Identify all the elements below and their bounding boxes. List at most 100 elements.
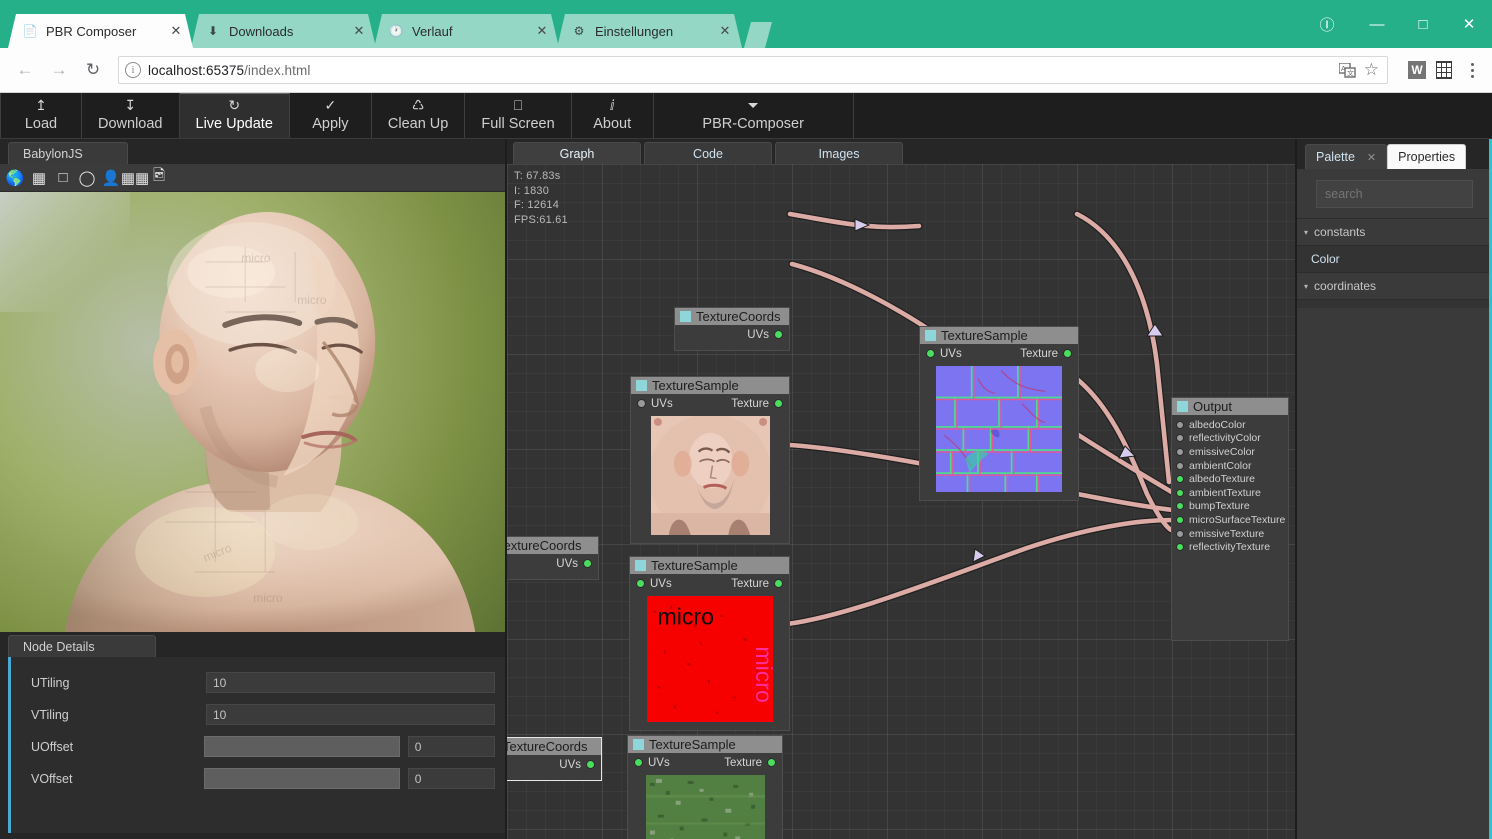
node-texture-sample-moss[interactable]: TextureSample UVs Texture: [627, 735, 783, 839]
browser-tab-einstellungen[interactable]: ⚙ Einstellungen ✕: [557, 14, 742, 48]
port-dot[interactable]: [586, 760, 595, 769]
node-output[interactable]: Output albedoColor reflectivityColor emi…: [1171, 397, 1289, 641]
tab-close-icon[interactable]: ✕: [352, 23, 366, 39]
port-texture-out[interactable]: Texture: [724, 757, 776, 769]
output-port-bumpTexture[interactable]: bumpTexture: [1172, 500, 1288, 514]
port-texture-out[interactable]: Texture: [731, 398, 783, 410]
node-header[interactable]: TextureCoords: [675, 308, 789, 325]
toolbar-button-load[interactable]: ↥ Load: [0, 93, 82, 138]
forward-icon[interactable]: →: [44, 55, 74, 85]
browser-tab-downloads[interactable]: ⬇ Downloads ✕: [191, 14, 376, 48]
output-port-ambientColor[interactable]: ambientColor: [1172, 459, 1288, 473]
tab-palette[interactable]: Palette ✕: [1305, 144, 1388, 169]
plane-icon[interactable]: □: [53, 168, 73, 188]
node-texture-coords-top[interactable]: TextureCoords UVs: [674, 307, 790, 351]
port-dot[interactable]: [926, 349, 935, 358]
chevron-down-icon[interactable]: ▾: [1304, 282, 1308, 291]
port-uvs-in[interactable]: UVs: [636, 578, 672, 590]
port-dot[interactable]: [1176, 447, 1184, 456]
port-dot[interactable]: [1176, 543, 1184, 552]
node-texture-sample-micro[interactable]: TextureSample UVs Texture micro micro: [629, 556, 790, 731]
port-dot[interactable]: [1176, 461, 1184, 470]
toolbar-button-full-screen[interactable]: ⎕ Full Screen: [465, 93, 572, 138]
toolbar-button-about[interactable]: ⅈ About: [572, 93, 654, 138]
node-texture-sample-normal[interactable]: TextureSample UVs Texture: [919, 326, 1079, 501]
node-header[interactable]: TextureSample: [920, 327, 1078, 344]
sphere-icon[interactable]: 🌎: [5, 168, 25, 188]
profile-icon[interactable]: Ⓘ: [1300, 0, 1354, 48]
port-dot[interactable]: [774, 399, 783, 408]
toolbar-button-live-update[interactable]: ↻ Live Update: [179, 93, 290, 138]
port-dot[interactable]: [1176, 488, 1184, 497]
new-tab-button[interactable]: [744, 22, 772, 48]
node-header[interactable]: Output: [1172, 398, 1288, 415]
vtiling-input[interactable]: 10: [206, 704, 495, 725]
port-dot[interactable]: [637, 399, 646, 408]
port-dot[interactable]: [634, 758, 643, 767]
tab-code[interactable]: Code: [644, 142, 772, 164]
extension-w-icon[interactable]: W: [1408, 61, 1426, 79]
palette-group-constants[interactable]: ▾ constants: [1297, 219, 1492, 246]
avatar-icon[interactable]: 👤: [101, 168, 121, 188]
node-header[interactable]: TextureSample: [630, 557, 789, 574]
port-dot[interactable]: [774, 330, 783, 339]
node-header[interactable]: TextureCoords: [507, 537, 598, 554]
uoffset-slider[interactable]: [204, 736, 400, 757]
maximize-button[interactable]: □: [1400, 0, 1446, 48]
port-uvs-in[interactable]: UVs: [926, 348, 962, 360]
tab-close-icon[interactable]: ✕: [169, 23, 183, 39]
node-graph-canvas[interactable]: T: 67.83s I: 1830 F: 12614 FPS:61.61 Tex…: [507, 164, 1295, 839]
output-port-emissiveTexture[interactable]: emissiveTexture: [1172, 527, 1288, 541]
output-port-emissiveColor[interactable]: emissiveColor: [1172, 445, 1288, 459]
tab-properties[interactable]: Properties: [1387, 144, 1467, 169]
port-dot[interactable]: [1176, 515, 1184, 524]
bookmark-star-icon[interactable]: ☆: [1364, 61, 1379, 78]
tab-node-details[interactable]: Node Details: [8, 635, 156, 657]
cube-icon[interactable]: ▦: [29, 168, 49, 188]
back-icon[interactable]: ←: [10, 55, 40, 85]
port-dot[interactable]: [1176, 475, 1184, 484]
tab-close-icon[interactable]: ✕: [535, 23, 549, 39]
address-bar[interactable]: i localhost:65375/index.html A 文 ☆: [118, 56, 1388, 84]
babylonjs-viewport[interactable]: micro micro micro micro: [0, 192, 505, 632]
close-icon[interactable]: ✕: [1367, 151, 1376, 164]
browser-tab-verlauf[interactable]: 🕐 Verlauf ✕: [374, 14, 559, 48]
port-dot[interactable]: [767, 758, 776, 767]
node-texture-coords-bottom[interactable]: TextureCoords UVs: [507, 737, 602, 781]
utiling-input[interactable]: 10: [206, 672, 495, 693]
output-port-albedoColor[interactable]: albedoColor: [1172, 418, 1288, 432]
port-dot[interactable]: [636, 579, 645, 588]
tab-babylonjs[interactable]: BabylonJS: [8, 142, 128, 164]
palette-group-coordinates[interactable]: ▾ coordinates: [1297, 273, 1492, 300]
search-input[interactable]: [1316, 179, 1473, 208]
tab-images[interactable]: Images: [775, 142, 903, 164]
grid-icon[interactable]: ▦▦: [121, 168, 149, 188]
port-texture-out[interactable]: Texture: [1020, 348, 1072, 360]
port-texture-out[interactable]: Texture: [731, 578, 783, 590]
port-uvs-out[interactable]: UVs: [559, 759, 595, 771]
node-texture-coords-mid[interactable]: TextureCoords UVs: [507, 536, 599, 580]
node-header[interactable]: TextureCoords: [507, 738, 601, 755]
chevron-down-icon[interactable]: ▾: [1304, 228, 1308, 237]
port-uvs-out[interactable]: UVs: [556, 558, 592, 570]
voffset-value[interactable]: 0: [407, 768, 495, 789]
circle-icon[interactable]: ◯: [77, 168, 97, 188]
site-info-icon[interactable]: i: [125, 62, 141, 78]
toolbar-button-apply[interactable]: ✓ Apply: [290, 93, 372, 138]
toolbar-button-download[interactable]: ↧ Download: [82, 93, 180, 138]
output-port-ambientTexture[interactable]: ambientTexture: [1172, 486, 1288, 500]
node-texture-sample-albedo[interactable]: TextureSample UVs Texture: [630, 376, 790, 544]
uoffset-value[interactable]: 0: [407, 736, 495, 757]
reload-icon[interactable]: ↻: [78, 55, 108, 85]
port-uvs-in[interactable]: UVs: [637, 398, 673, 410]
port-dot[interactable]: [1176, 502, 1184, 511]
toolbar-button-clean-up[interactable]: ♺ Clean Up: [372, 93, 466, 138]
translate-icon[interactable]: A 文: [1338, 62, 1356, 78]
port-dot[interactable]: [1063, 349, 1072, 358]
tab-graph[interactable]: Graph: [513, 142, 641, 164]
browser-tab-pbr-composer[interactable]: 📄 PBR Composer ✕: [8, 14, 193, 48]
tab-close-icon[interactable]: ✕: [718, 23, 732, 39]
output-port-reflectivityColor[interactable]: reflectivityColor: [1172, 432, 1288, 446]
output-port-albedoTexture[interactable]: albedoTexture: [1172, 472, 1288, 486]
port-uvs-out[interactable]: UVs: [747, 329, 783, 341]
